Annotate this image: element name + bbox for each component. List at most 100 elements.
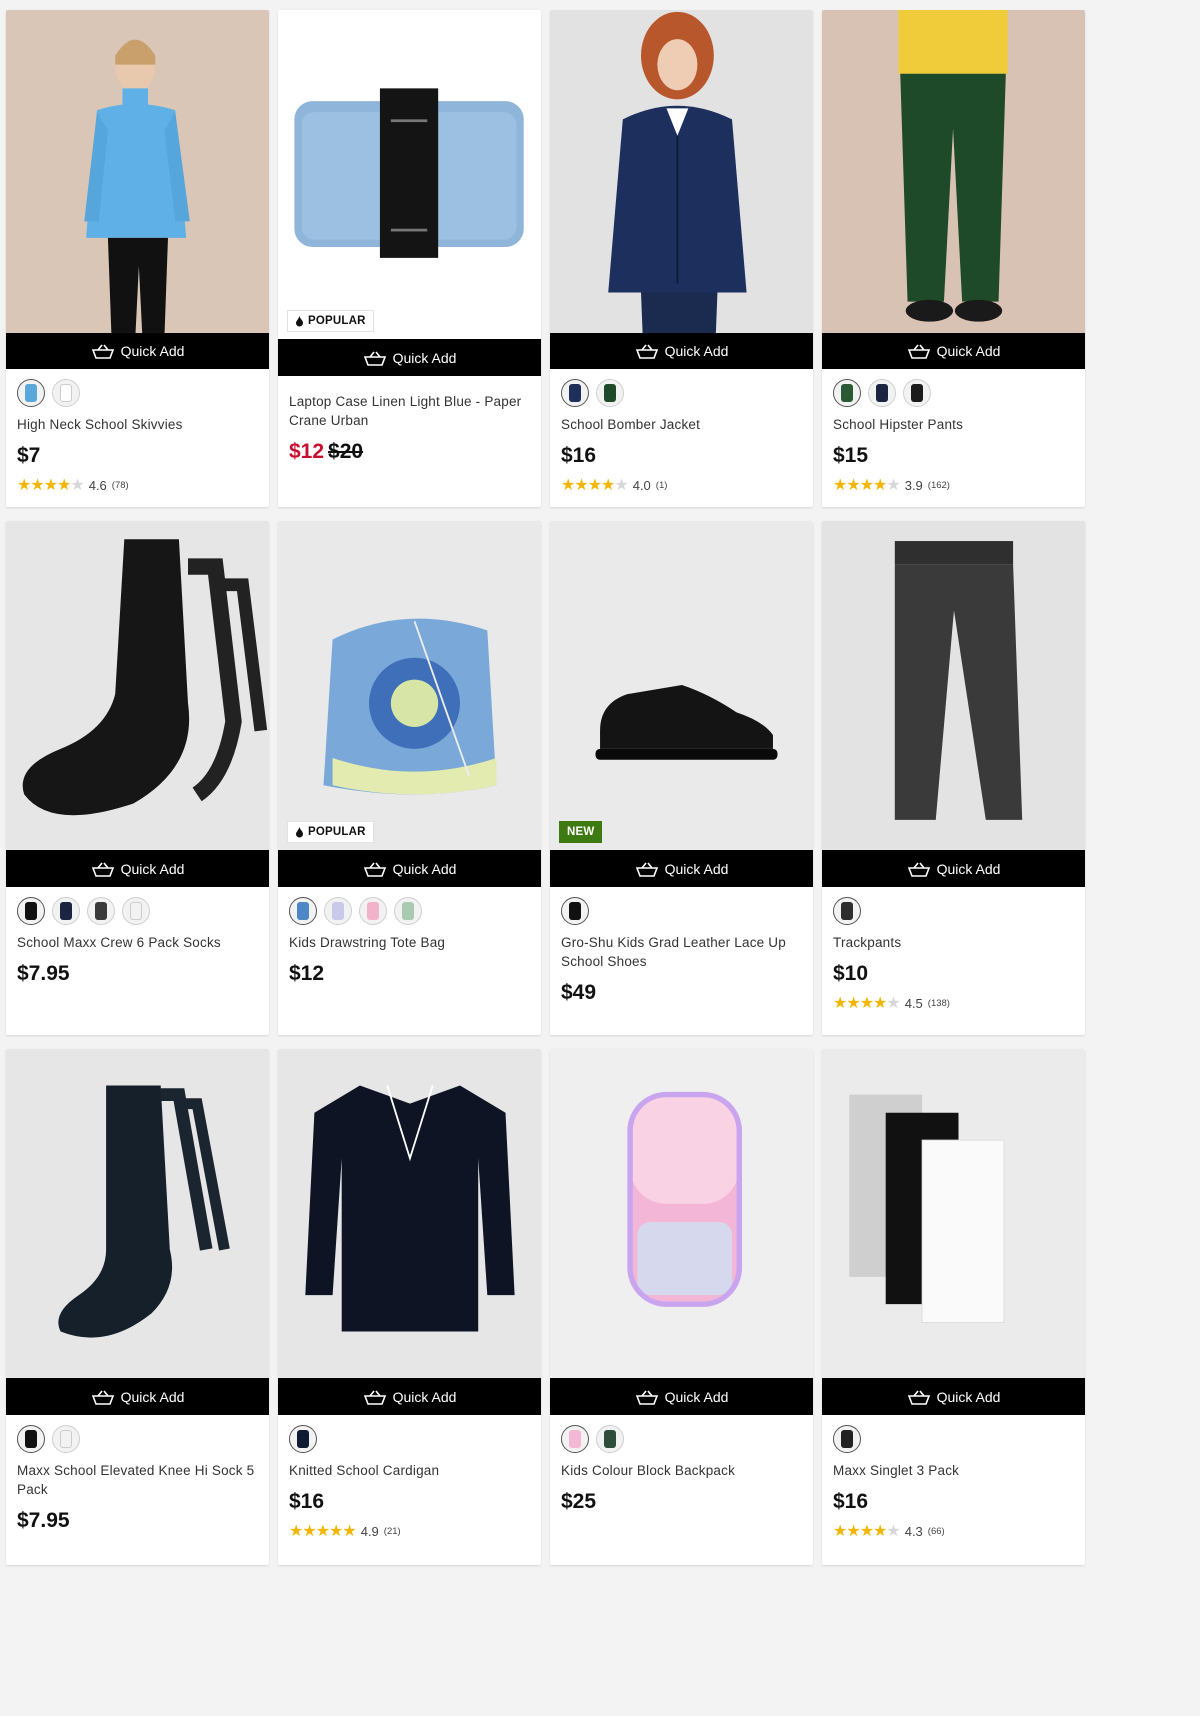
color-swatch[interactable] — [289, 1425, 317, 1453]
quick-add-button[interactable]: Quick Add — [822, 1378, 1085, 1415]
popular-badge: POPULAR — [287, 310, 374, 332]
quick-add-label: Quick Add — [664, 860, 729, 877]
product-info: High Neck School Skivvies $7 ★★★★★ 4.6 (7… — [6, 369, 269, 507]
product-card[interactable]: NEW Quick Add Gro-Shu Kids Grad Leather La… — [550, 521, 813, 1035]
quick-add-button[interactable]: Quick Add — [278, 850, 541, 887]
quick-add-button[interactable]: Quick Add — [6, 332, 269, 369]
color-swatch[interactable] — [868, 379, 896, 407]
quick-add-button[interactable]: Quick Add — [550, 1378, 813, 1415]
color-swatch[interactable] — [52, 1425, 80, 1453]
product-image[interactable] — [822, 521, 1085, 850]
color-swatch[interactable] — [17, 897, 45, 925]
product-image[interactable] — [822, 10, 1085, 333]
product-name[interactable]: Kids Colour Block Backpack — [561, 1461, 802, 1480]
product-image[interactable] — [278, 1049, 541, 1378]
product-info: Knitted School Cardigan $16 ★★★★★ 4.9 (21… — [278, 1415, 541, 1565]
product-card[interactable]: POPULAR Quick Add Laptop Case Linen Light … — [278, 10, 541, 507]
color-swatches — [833, 379, 1074, 407]
product-card[interactable]: Quick Add Maxx Singlet 3 Pack $16 ★★★★★ 4.… — [822, 1049, 1085, 1565]
product-price: $12 $20 — [289, 440, 530, 464]
rating-value: 4.3 — [904, 1523, 923, 1539]
color-swatches — [833, 1425, 1074, 1453]
quick-add-button[interactable]: Quick Add — [6, 850, 269, 887]
product-info: School Hipster Pants $15 ★★★★★ 3.9 (162) — [822, 369, 1085, 507]
product-image[interactable] — [550, 1049, 813, 1378]
product-card[interactable]: Quick Add Kids Colour Block Backpack $25 — [550, 1049, 813, 1565]
color-swatch[interactable] — [561, 379, 589, 407]
product-card[interactable]: Quick Add Knitted School Cardigan $16 ★★★★… — [278, 1049, 541, 1565]
quick-add-button[interactable]: Quick Add — [550, 332, 813, 369]
product-card[interactable]: Quick Add School Bomber Jacket $16 ★★★★★ 4… — [550, 10, 813, 507]
color-swatch[interactable] — [833, 1425, 861, 1453]
quick-add-button[interactable]: Quick Add — [550, 850, 813, 887]
product-image[interactable] — [550, 10, 813, 333]
quick-add-button[interactable]: Quick Add — [278, 339, 541, 376]
basket-icon — [363, 861, 387, 877]
color-swatch[interactable] — [289, 897, 317, 925]
product-name[interactable]: Maxx School Elevated Knee Hi Sock 5 Pack — [17, 1461, 258, 1499]
basket-icon — [91, 1389, 115, 1405]
product-image[interactable]: POPULAR — [278, 10, 541, 339]
product-name[interactable]: School Maxx Crew 6 Pack Socks — [17, 933, 258, 952]
quick-add-label: Quick Add — [120, 342, 185, 359]
review-count: (1) — [655, 479, 668, 491]
quick-add-button[interactable]: Quick Add — [822, 332, 1085, 369]
product-name[interactable]: Knitted School Cardigan — [289, 1461, 530, 1480]
color-swatch[interactable] — [52, 897, 80, 925]
product-card[interactable]: Quick Add School Hipster Pants $15 ★★★★★ 3… — [822, 10, 1085, 507]
product-card[interactable]: Quick Add High Neck School Skivvies $7 ★★★… — [6, 10, 269, 507]
color-swatch[interactable] — [903, 379, 931, 407]
product-image[interactable]: POPULAR — [278, 521, 541, 850]
color-swatch[interactable] — [561, 897, 589, 925]
product-name[interactable]: Gro-Shu Kids Grad Leather Lace Up School… — [561, 933, 802, 971]
product-name[interactable]: Kids Drawstring Tote Bag — [289, 933, 530, 952]
color-swatch[interactable] — [87, 897, 115, 925]
original-price: $20 — [328, 440, 364, 463]
product-name[interactable]: Laptop Case Linen Light Blue - Paper Cra… — [289, 392, 530, 430]
product-name[interactable]: School Hipster Pants — [833, 415, 1074, 434]
product-image[interactable] — [822, 1049, 1085, 1378]
color-swatch[interactable] — [833, 379, 861, 407]
quick-add-label: Quick Add — [664, 1388, 729, 1405]
color-swatch[interactable] — [324, 897, 352, 925]
product-image[interactable] — [6, 1049, 269, 1378]
product-price: $16 — [833, 1490, 869, 1513]
color-swatch[interactable] — [561, 1425, 589, 1453]
product-name[interactable]: School Bomber Jacket — [561, 415, 802, 434]
color-swatch[interactable] — [122, 897, 150, 925]
color-swatch[interactable] — [596, 1425, 624, 1453]
product-card[interactable]: Quick Add Trackpants $10 ★★★★★ 4.5 (138) — [822, 521, 1085, 1035]
quick-add-label: Quick Add — [664, 342, 729, 359]
basket-icon — [907, 861, 931, 877]
color-swatches — [561, 897, 802, 925]
color-swatch[interactable] — [359, 897, 387, 925]
review-count: (138) — [927, 997, 950, 1009]
product-card[interactable]: Quick Add School Maxx Crew 6 Pack Socks $7… — [6, 521, 269, 1035]
color-swatch[interactable] — [17, 1425, 45, 1453]
quick-add-button[interactable]: Quick Add — [278, 1378, 541, 1415]
color-swatch[interactable] — [596, 379, 624, 407]
basket-icon — [635, 1389, 659, 1405]
product-price: $10 — [833, 962, 869, 985]
product-image[interactable] — [6, 10, 269, 333]
rating-value: 4.6 — [88, 477, 107, 493]
product-card[interactable]: POPULAR Quick Add Kids Drawstring Tote Bag… — [278, 521, 541, 1035]
product-name[interactable]: High Neck School Skivvies — [17, 415, 258, 434]
quick-add-button[interactable]: Quick Add — [822, 850, 1085, 887]
color-swatches — [289, 897, 530, 925]
product-card[interactable]: Quick Add Maxx School Elevated Knee Hi So… — [6, 1049, 269, 1565]
product-image[interactable]: NEW — [550, 521, 813, 850]
product-name[interactable]: Trackpants — [833, 933, 1074, 952]
product-info: School Maxx Crew 6 Pack Socks $7.95 — [6, 887, 269, 1035]
product-image[interactable] — [6, 521, 269, 850]
color-swatch[interactable] — [17, 379, 45, 407]
quick-add-button[interactable]: Quick Add — [6, 1378, 269, 1415]
color-swatch[interactable] — [833, 897, 861, 925]
color-swatch[interactable] — [52, 379, 80, 407]
basket-icon — [91, 861, 115, 877]
new-badge: NEW — [559, 821, 603, 843]
color-swatch[interactable] — [394, 897, 422, 925]
product-name[interactable]: Maxx Singlet 3 Pack — [833, 1461, 1074, 1480]
product-rating: ★★★★★ 4.9 (21) — [289, 1521, 530, 1541]
product-info: Trackpants $10 ★★★★★ 4.5 (138) — [822, 887, 1085, 1035]
